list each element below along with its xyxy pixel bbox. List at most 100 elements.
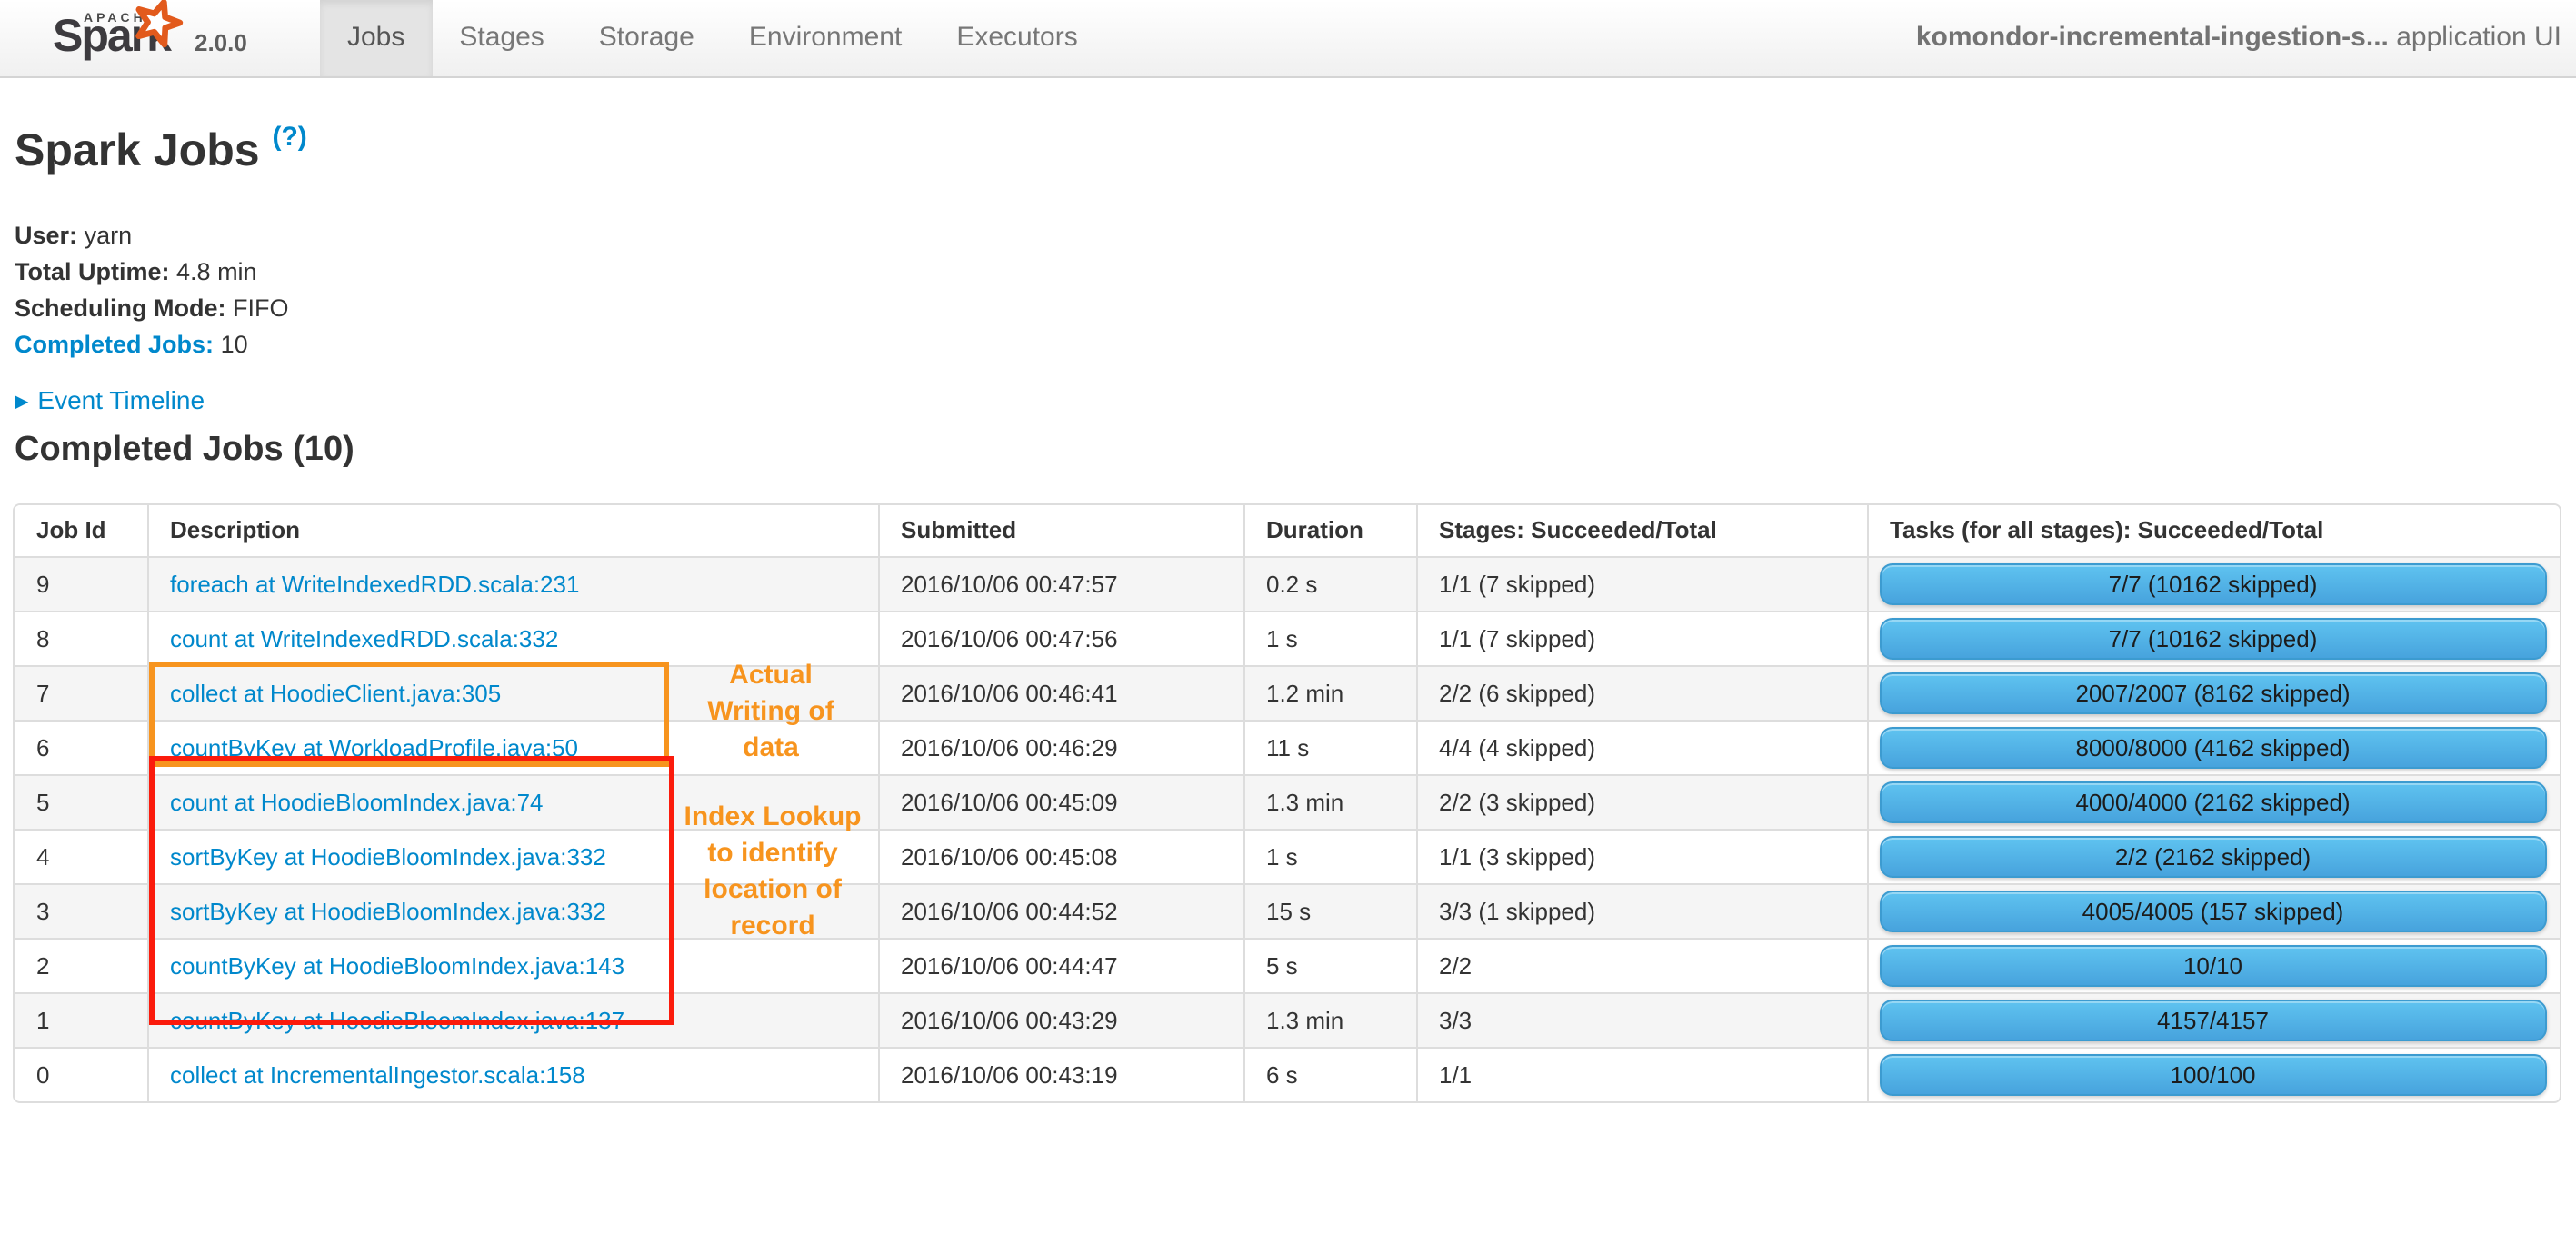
uptime-value: 4.8 min bbox=[176, 258, 257, 285]
tasks-cell: 7/7 (10162 skipped) bbox=[1866, 610, 2560, 665]
job-id-cell: 3 bbox=[15, 882, 147, 938]
col-description[interactable]: Description bbox=[146, 505, 878, 557]
col-submitted[interactable]: Submitted bbox=[877, 505, 1243, 557]
tasks-cell: 100/100 bbox=[1866, 1046, 2560, 1100]
tab-environment[interactable]: Environment bbox=[722, 0, 929, 76]
tab-jobs[interactable]: Jobs bbox=[320, 0, 433, 76]
tasks-progress-bar: 2007/2007 (8162 skipped) bbox=[1879, 672, 2547, 713]
submitted-cell: 2016/10/06 00:47:56 bbox=[877, 610, 1243, 665]
job-id-cell: 6 bbox=[15, 719, 147, 774]
application-ui-suffix: application UI bbox=[2388, 22, 2561, 53]
job-description-link[interactable]: countByKey at HoodieBloomIndex.java:137 bbox=[170, 1006, 624, 1033]
submitted-cell: 2016/10/06 00:47:57 bbox=[877, 556, 1243, 611]
table-row: 5 count at HoodieBloomIndex.java:74 2016… bbox=[15, 773, 2560, 829]
job-description-link[interactable]: collect at IncrementalIngestor.scala:158 bbox=[170, 1060, 585, 1088]
tasks-progress-bar: 2/2 (2162 skipped) bbox=[1879, 835, 2547, 877]
tasks-progress-label: 7/7 (10162 skipped) bbox=[2108, 570, 2318, 597]
job-description-link[interactable]: count at HoodieBloomIndex.java:74 bbox=[170, 788, 544, 815]
description-cell: countByKey at HoodieBloomIndex.java:137 bbox=[146, 991, 878, 1047]
tasks-progress-bar: 8000/8000 (4162 skipped) bbox=[1879, 726, 2547, 768]
job-description-link[interactable]: foreach at WriteIndexedRDD.scala:231 bbox=[170, 570, 579, 597]
tasks-progress-label: 100/100 bbox=[2170, 1060, 2256, 1088]
table-row: 0 collect at IncrementalIngestor.scala:1… bbox=[15, 1046, 2560, 1100]
tasks-cell: 4005/4005 (157 skipped) bbox=[1866, 882, 2560, 938]
table-row: 3 sortByKey at HoodieBloomIndex.java:332… bbox=[15, 882, 2560, 938]
col-duration[interactable]: Duration bbox=[1243, 505, 1416, 557]
submitted-cell: 2016/10/06 00:43:19 bbox=[877, 1046, 1243, 1100]
job-description-link[interactable]: countByKey at HoodieBloomIndex.java:143 bbox=[170, 951, 624, 979]
tasks-progress-bar: 4157/4157 bbox=[1879, 999, 2547, 1040]
completed-jobs-line: Completed Jobs: 10 bbox=[15, 327, 289, 363]
description-cell: count at HoodieBloomIndex.java:74 bbox=[146, 773, 878, 829]
tab-executors[interactable]: Executors bbox=[929, 0, 1104, 76]
tasks-progress-bar: 4000/4000 (2162 skipped) bbox=[1879, 781, 2547, 822]
job-description-link[interactable]: sortByKey at HoodieBloomIndex.java:332 bbox=[170, 897, 606, 924]
tasks-progress-label: 2/2 (2162 skipped) bbox=[2114, 842, 2311, 870]
col-tasks[interactable]: Tasks (for all stages): Succeeded/Total bbox=[1866, 505, 2560, 557]
description-cell: sortByKey at HoodieBloomIndex.java:332 bbox=[146, 882, 878, 938]
job-id-cell: 7 bbox=[15, 664, 147, 720]
tasks-progress-bar: 7/7 (10162 skipped) bbox=[1879, 562, 2547, 604]
col-job-id[interactable]: Job Id bbox=[15, 505, 147, 557]
stages-cell: 2/2 (6 skipped) bbox=[1415, 664, 1867, 720]
job-description-link[interactable]: count at WriteIndexedRDD.scala:332 bbox=[170, 624, 558, 652]
table-row: 9 foreach at WriteIndexedRDD.scala:231 2… bbox=[15, 556, 2560, 611]
duration-cell: 1 s bbox=[1243, 610, 1416, 665]
tab-stages[interactable]: Stages bbox=[432, 0, 571, 76]
table-row: 1 countByKey at HoodieBloomIndex.java:13… bbox=[15, 991, 2560, 1047]
tasks-cell: 10/10 bbox=[1866, 937, 2560, 992]
navbar: APACHE Spark 2.0.0 Jobs Stages Storage E… bbox=[0, 0, 2576, 78]
application-name: komondor-incremental-ingestion-s... appl… bbox=[1916, 0, 2561, 76]
user-value: yarn bbox=[84, 222, 133, 249]
stages-cell: 3/3 (1 skipped) bbox=[1415, 882, 1867, 938]
submitted-cell: 2016/10/06 00:46:41 bbox=[877, 664, 1243, 720]
spark-jobs-page: APACHE Spark 2.0.0 Jobs Stages Storage E… bbox=[0, 0, 2576, 1254]
tasks-progress-label: 4157/4157 bbox=[2157, 1006, 2269, 1033]
application-name-text: komondor-incremental-ingestion-s... bbox=[1915, 22, 2389, 53]
stages-cell: 1/1 (7 skipped) bbox=[1415, 610, 1867, 665]
submitted-cell: 2016/10/06 00:46:29 bbox=[877, 719, 1243, 774]
page-title-text: Spark Jobs bbox=[15, 125, 260, 176]
job-description-link[interactable]: countByKey at WorkloadProfile.java:50 bbox=[170, 733, 578, 761]
description-cell: collect at HoodieClient.java:305 bbox=[146, 664, 878, 720]
completed-jobs-link[interactable]: Completed Jobs: bbox=[15, 331, 214, 358]
tasks-cell: 2/2 (2162 skipped) bbox=[1866, 828, 2560, 883]
scheduling-value: FIFO bbox=[233, 294, 289, 322]
col-stages[interactable]: Stages: Succeeded/Total bbox=[1415, 505, 1867, 557]
tasks-cell: 7/7 (10162 skipped) bbox=[1866, 556, 2560, 611]
duration-cell: 15 s bbox=[1243, 882, 1416, 938]
help-link[interactable]: (?) bbox=[272, 122, 306, 153]
stages-cell: 1/1 (7 skipped) bbox=[1415, 556, 1867, 611]
tasks-progress-bar: 100/100 bbox=[1879, 1053, 2547, 1095]
table-row: 7 collect at HoodieClient.java:305 2016/… bbox=[15, 664, 2560, 720]
completed-jobs-table: Job Id Description Submitted Duration St… bbox=[13, 503, 2561, 1102]
job-description-link[interactable]: collect at HoodieClient.java:305 bbox=[170, 679, 501, 706]
tasks-progress-bar: 10/10 bbox=[1879, 944, 2547, 986]
tasks-progress-label: 2007/2007 (8162 skipped) bbox=[2075, 679, 2351, 706]
job-id-cell: 5 bbox=[15, 773, 147, 829]
tasks-progress-bar: 7/7 (10162 skipped) bbox=[1879, 617, 2547, 659]
job-id-cell: 0 bbox=[15, 1046, 147, 1100]
duration-cell: 5 s bbox=[1243, 937, 1416, 992]
uptime-label: Total Uptime: bbox=[15, 258, 170, 285]
nav-tabs: Jobs Stages Storage Environment Executor… bbox=[320, 0, 1105, 76]
submitted-cell: 2016/10/06 00:43:29 bbox=[877, 991, 1243, 1047]
job-id-cell: 4 bbox=[15, 828, 147, 883]
completed-jobs-count: 10 bbox=[220, 331, 248, 358]
event-timeline-toggle[interactable]: ▶ Event Timeline bbox=[15, 385, 205, 414]
spark-version: 2.0.0 bbox=[195, 29, 247, 56]
table-row: 2 countByKey at HoodieBloomIndex.java:14… bbox=[15, 937, 2560, 992]
job-description-link[interactable]: sortByKey at HoodieBloomIndex.java:332 bbox=[170, 842, 606, 870]
event-timeline-label: Event Timeline bbox=[37, 385, 205, 414]
description-cell: countByKey at HoodieBloomIndex.java:143 bbox=[146, 937, 878, 992]
tasks-progress-bar: 4005/4005 (157 skipped) bbox=[1879, 890, 2547, 931]
tasks-progress-label: 8000/8000 (4162 skipped) bbox=[2075, 733, 2351, 761]
user-line: User: yarn bbox=[15, 218, 289, 254]
tab-storage[interactable]: Storage bbox=[572, 0, 722, 76]
user-label: User: bbox=[15, 222, 78, 249]
duration-cell: 11 s bbox=[1243, 719, 1416, 774]
page-title: Spark Jobs (?) bbox=[15, 122, 307, 178]
tasks-progress-label: 4000/4000 (2162 skipped) bbox=[2075, 788, 2351, 815]
stages-cell: 2/2 bbox=[1415, 937, 1867, 992]
stages-cell: 2/2 (3 skipped) bbox=[1415, 773, 1867, 829]
